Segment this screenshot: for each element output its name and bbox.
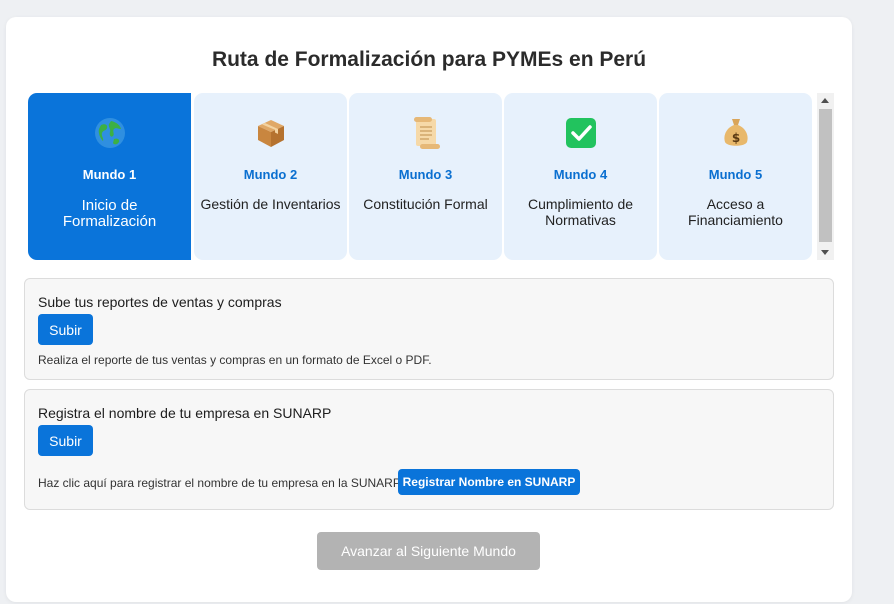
- world-card-2[interactable]: Mundo 2 Gestión de Inventarios: [194, 93, 347, 260]
- check-icon: [504, 115, 657, 151]
- world-name: Mundo 2: [243, 167, 298, 182]
- main-card: Ruta de Formalización para PYMEs en Perú…: [6, 17, 852, 602]
- world-name: Mundo 3: [398, 167, 453, 182]
- advance-world-button[interactable]: Avanzar al Siguiente Mundo: [317, 532, 540, 570]
- world-description: Acceso a Financiamiento: [688, 196, 783, 228]
- package-icon: [194, 115, 347, 151]
- reports-upload-button[interactable]: Subir: [38, 314, 93, 345]
- world-card-4[interactable]: Mundo 4 Cumplimiento de Normativas: [504, 93, 657, 260]
- svg-text:$: $: [731, 131, 739, 145]
- scrollbar-thumb[interactable]: [819, 109, 832, 242]
- scroll-up-icon[interactable]: [821, 98, 829, 103]
- world-card-3[interactable]: Mundo 3 Constitución Formal: [349, 93, 502, 260]
- reports-task-panel: Sube tus reportes de ventas y compras Su…: [24, 278, 834, 380]
- sunarp-task-title: Registra el nombre de tu empresa en SUNA…: [38, 405, 332, 421]
- reports-task-note: Realiza el reporte de tus ventas y compr…: [38, 353, 432, 367]
- worlds-carousel: Mundo 1 Inicio de Formalización Mundo 2 …: [28, 93, 834, 260]
- sunarp-task-note: Haz clic aquí para registrar el nombre d…: [38, 476, 405, 490]
- world-description: Gestión de Inventarios: [200, 196, 341, 212]
- world-card-1[interactable]: Mundo 1 Inicio de Formalización: [28, 93, 191, 260]
- world-description: Inicio de Formalización: [62, 197, 157, 230]
- sunarp-task-panel: Registra el nombre de tu empresa en SUNA…: [24, 389, 834, 510]
- sunarp-upload-button[interactable]: Subir: [38, 425, 93, 456]
- register-sunarp-button[interactable]: Registrar Nombre en SUNARP: [398, 469, 580, 495]
- money-bag-icon: $: [659, 115, 812, 151]
- world-name: Mundo 4: [553, 167, 608, 182]
- globe-icon: [28, 115, 191, 151]
- world-description: Constitución Formal: [363, 196, 488, 212]
- worlds-scrollbar[interactable]: [817, 93, 834, 260]
- world-card-5[interactable]: $ Mundo 5 Acceso a Financiamiento: [659, 93, 812, 260]
- scroll-down-icon[interactable]: [821, 250, 829, 255]
- world-description: Cumplimiento de Normativas: [527, 196, 634, 228]
- scroll-icon: [349, 115, 502, 151]
- reports-task-title: Sube tus reportes de ventas y compras: [38, 294, 282, 310]
- world-name: Mundo 1: [82, 167, 137, 182]
- page-title: Ruta de Formalización para PYMEs en Perú: [211, 48, 647, 71]
- world-name: Mundo 5: [708, 167, 763, 182]
